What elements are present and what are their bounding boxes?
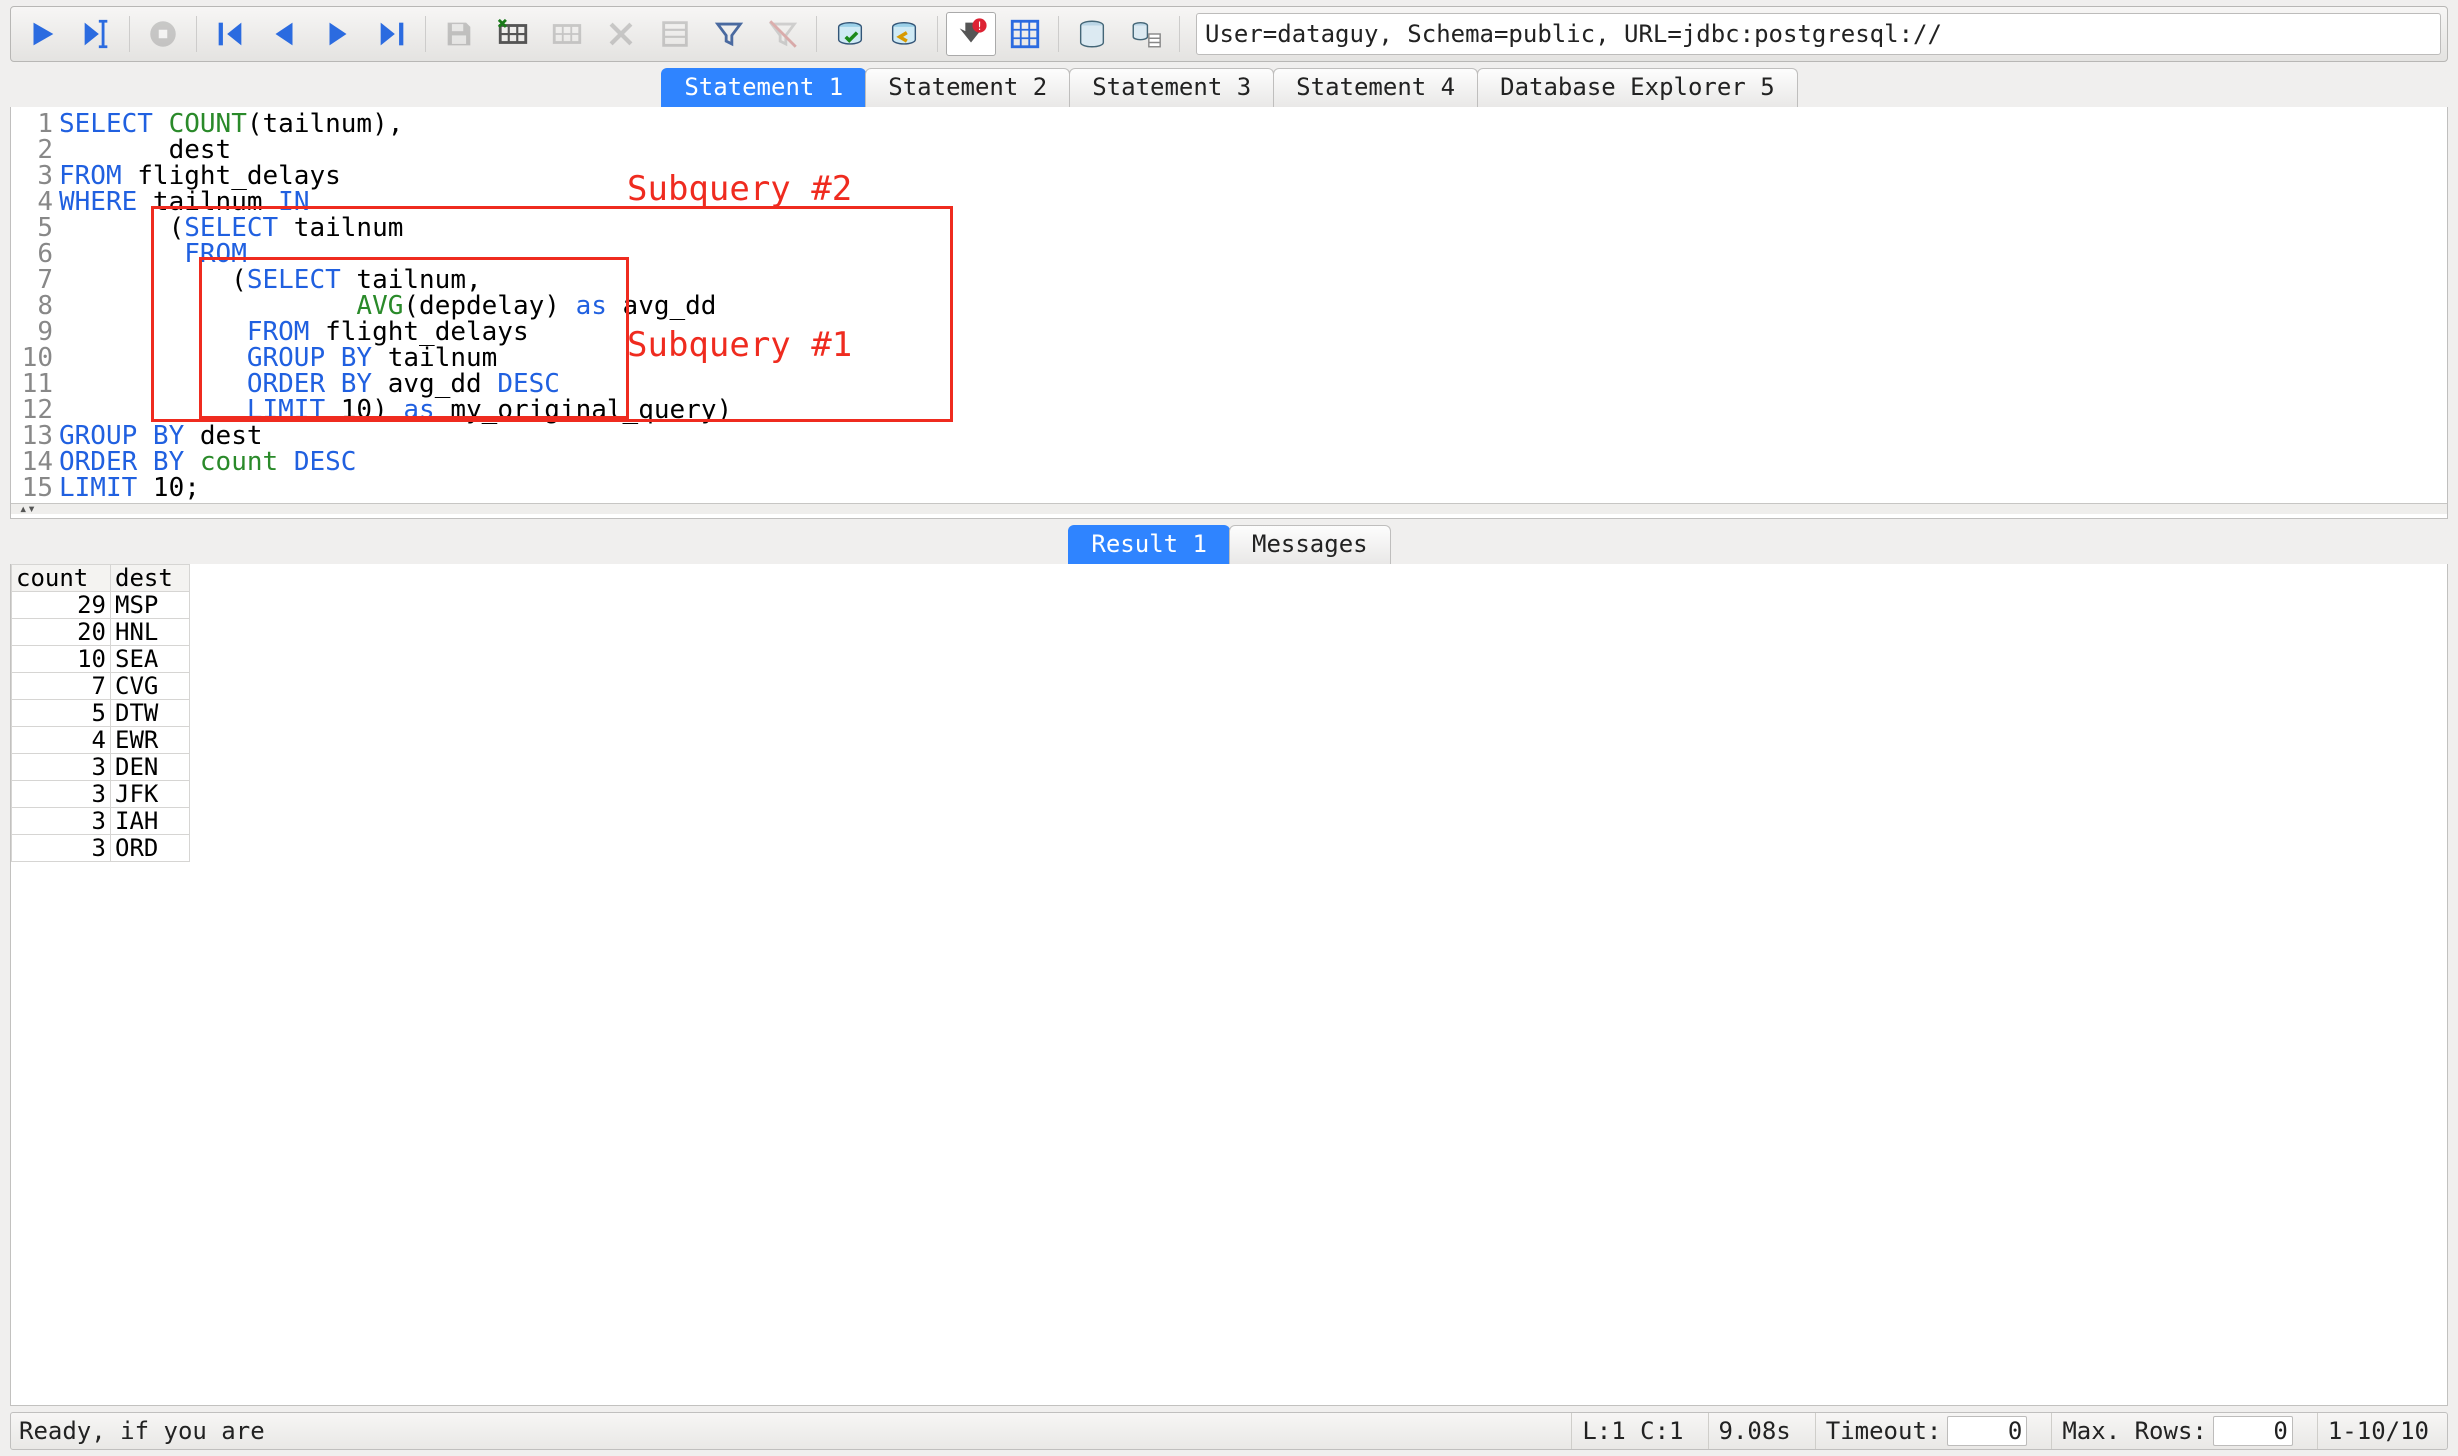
column-header-dest[interactable]: dest — [111, 565, 190, 592]
filter-icon[interactable] — [704, 12, 754, 56]
save-icon — [434, 12, 484, 56]
last-record-icon[interactable] — [367, 12, 417, 56]
editor-results-splitter[interactable]: ▴▾ — [11, 503, 2447, 514]
table-row[interactable]: 4EWR — [12, 727, 190, 754]
line-number: 12 — [11, 397, 59, 423]
tab-statement-4[interactable]: Statement 4 — [1273, 68, 1478, 107]
line-number: 13 — [11, 423, 59, 449]
commit-icon[interactable] — [825, 12, 875, 56]
row-range: 1-10/10 — [2317, 1413, 2439, 1449]
statement-tabs: Statement 1Statement 2Statement 3Stateme… — [10, 68, 2448, 107]
line-number: 14 — [11, 449, 59, 475]
timeout: Timeout: 0 — [1815, 1413, 2038, 1449]
table-row[interactable]: 3DEN — [12, 754, 190, 781]
result-tabs: Result 1Messages — [10, 525, 2448, 564]
line-number: 3 — [11, 163, 59, 189]
prev-record-icon[interactable] — [259, 12, 309, 56]
line-number: 1 — [11, 111, 59, 137]
line-number: 8 — [11, 293, 59, 319]
line-number: 4 — [11, 189, 59, 215]
sql-editor[interactable]: 1SELECT COUNT(tailnum),2 dest3FROM fligh… — [10, 107, 2448, 519]
toolbar: ! User=dataguy, Schema=public, URL=jdbc:… — [10, 6, 2448, 62]
table-row[interactable]: 29MSP — [12, 592, 190, 619]
line-number: 5 — [11, 215, 59, 241]
line-number: 2 — [11, 137, 59, 163]
run-icon[interactable] — [17, 12, 67, 56]
show-dbtree-icon[interactable] — [1121, 12, 1171, 56]
max-rows: Max. Rows: 0 — [2051, 1413, 2303, 1449]
show-dbexplorer-icon[interactable] — [1067, 12, 1117, 56]
table-row[interactable]: 5DTW — [12, 700, 190, 727]
table-row[interactable]: 7CVG — [12, 673, 190, 700]
tab-statement-1[interactable]: Statement 1 — [661, 68, 866, 107]
table-row[interactable]: 3ORD — [12, 835, 190, 862]
rollback-icon[interactable] — [879, 12, 929, 56]
run-to-cursor-icon[interactable] — [71, 12, 121, 56]
line-number: 6 — [11, 241, 59, 267]
tab-statement-2[interactable]: Statement 2 — [865, 68, 1070, 107]
copy-row-icon — [542, 12, 592, 56]
maxrows-value[interactable]: 0 — [2213, 1416, 2293, 1446]
line-number: 11 — [11, 371, 59, 397]
line-number: 10 — [11, 345, 59, 371]
tab-statement-5[interactable]: Database Explorer 5 — [1477, 68, 1798, 107]
line-number: 9 — [11, 319, 59, 345]
next-record-icon[interactable] — [313, 12, 363, 56]
column-header-count[interactable]: count — [12, 565, 111, 592]
table-row[interactable]: 20HNL — [12, 619, 190, 646]
select-columns-icon — [650, 12, 700, 56]
clear-filter-icon — [758, 12, 808, 56]
timeout-value[interactable]: 0 — [1947, 1416, 2027, 1446]
results-grid[interactable]: countdest29MSP20HNL10SEA7CVG5DTW4EWR3DEN… — [10, 564, 2448, 1406]
result-tab-result-1[interactable]: Result 1 — [1068, 525, 1230, 564]
table-row[interactable]: 10SEA — [12, 646, 190, 673]
status-message: Ready, if you are — [19, 1417, 265, 1445]
table-row[interactable]: 3IAH — [12, 808, 190, 835]
table-row[interactable]: 3JFK — [12, 781, 190, 808]
append-results-icon[interactable] — [1000, 12, 1050, 56]
tab-statement-3[interactable]: Statement 3 — [1069, 68, 1274, 107]
stop-icon — [138, 12, 188, 56]
toggle-autocommit-icon[interactable]: ! — [946, 12, 996, 56]
insert-row-icon[interactable] — [488, 12, 538, 56]
cursor-position: L:1 C:1 — [1571, 1413, 1693, 1449]
delete-row-icon — [596, 12, 646, 56]
exec-time: 9.08s — [1708, 1413, 1801, 1449]
line-number: 7 — [11, 267, 59, 293]
first-record-icon[interactable] — [205, 12, 255, 56]
svg-text:!: ! — [976, 19, 983, 33]
line-number: 15 — [11, 475, 59, 501]
connection-info: User=dataguy, Schema=public, URL=jdbc:po… — [1196, 13, 2441, 55]
status-bar: Ready, if you are L:1 C:1 9.08s Timeout:… — [10, 1412, 2448, 1450]
result-tab-messages[interactable]: Messages — [1229, 525, 1391, 564]
